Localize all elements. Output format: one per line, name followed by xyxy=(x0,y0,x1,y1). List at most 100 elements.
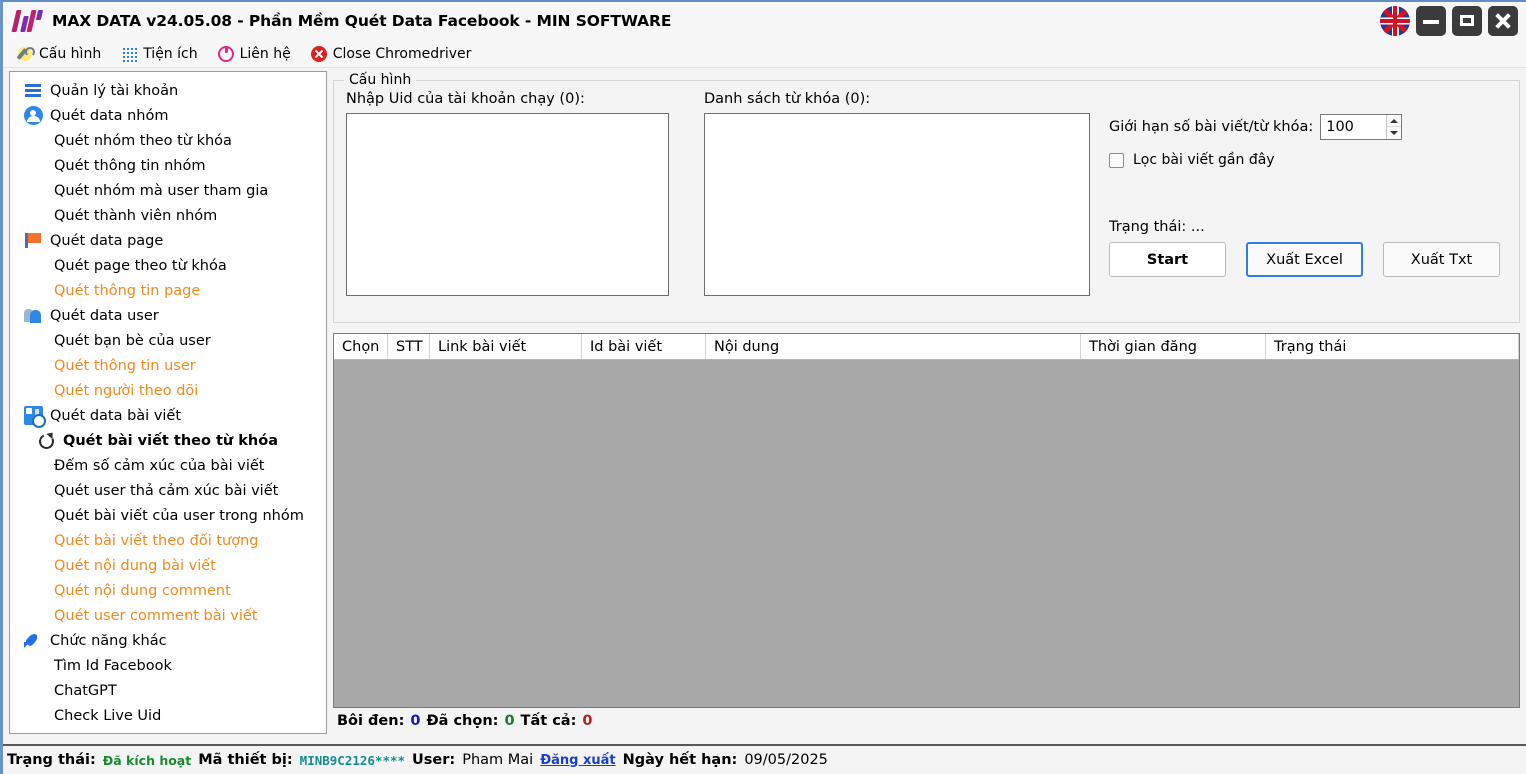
sidebar-item-label: Đếm số cảm xúc của bài viết xyxy=(54,458,264,474)
sidebar-item-label: Quét thông tin page xyxy=(54,283,200,299)
group-icon xyxy=(24,106,43,125)
keyword-input[interactable] xyxy=(704,113,1090,296)
sidebar-item-label: Quét bài viết của user trong nhóm xyxy=(54,508,304,524)
filter-recent-row[interactable]: Lọc bài viết gần đây xyxy=(1109,152,1507,168)
table-column-id-bai-viet[interactable]: Id bài viết xyxy=(582,334,706,359)
export-excel-button[interactable]: Xuất Excel xyxy=(1246,242,1363,277)
sidebar-item-quet-thong-tin-page[interactable]: Quét thông tin page xyxy=(10,278,326,303)
sidebar-item-tim-id-facebook[interactable]: Tìm Id Facebook xyxy=(10,653,326,678)
limit-input[interactable] xyxy=(1321,115,1386,139)
stepper-up-icon[interactable] xyxy=(1387,115,1401,127)
sidebar-item-chuc-nang-khac[interactable]: Chức năng khác xyxy=(10,628,326,653)
sidebar-item-quet-nhom-theo-tu-khoa[interactable]: Quét nhóm theo từ khóa xyxy=(10,128,326,153)
total-count-label: Tất cả: xyxy=(521,713,577,729)
sidebar-item-quet-noi-dung-comment[interactable]: Quét nội dung comment xyxy=(10,578,326,603)
config-groupbox: Cấu hình Nhập Uid của tài khoản chạy (0)… xyxy=(333,80,1520,323)
menu-item-lien-he[interactable]: Liên hệ xyxy=(218,46,291,62)
sidebar-item-quet-bai-viet-theo-tu-khoa[interactable]: Quét bài viết theo từ khóa xyxy=(10,428,326,453)
footer-status-value: Đã kích hoạt xyxy=(103,753,191,768)
uk-flag-icon[interactable] xyxy=(1380,6,1410,36)
menu-bar: Cấu hình Tiện ích Liên hệ Close Chromedr… xyxy=(3,40,1526,68)
table-header-row: Chọn STT Link bài viết Id bài viết Nội d… xyxy=(334,334,1519,360)
sidebar-item-label: Quét data bài viết xyxy=(50,408,181,424)
selected-count-label: Đã chọn: xyxy=(426,713,498,729)
logout-link[interactable]: Đăng xuất xyxy=(540,753,615,768)
sidebar-item-chatgpt[interactable]: ChatGPT xyxy=(10,678,326,703)
sidebar-item-quet-bai-viet-cua-user-trong-nhom[interactable]: Quét bài viết của user trong nhóm xyxy=(10,503,326,528)
table-column-link-bai-viet[interactable]: Link bài viết xyxy=(430,334,582,359)
sidebar-item-dem-so-cam-xuc-cua-bai-viet[interactable]: Đếm số cảm xúc của bài viết xyxy=(10,453,326,478)
uid-field-group: Nhập Uid của tài khoản chạy (0): xyxy=(346,91,669,296)
sidebar-item-label: Chức năng khác xyxy=(50,633,167,649)
sidebar-item-label: Quét bài viết theo đối tượng xyxy=(54,533,259,549)
highlight-count-label: Bôi đen: xyxy=(337,713,404,729)
sidebar-item-quet-nhom-ma-user-tham-gia[interactable]: Quét nhóm mà user tham gia xyxy=(10,178,326,203)
sidebar-item-label: Quét data page xyxy=(50,233,163,249)
sidebar-item-label: Tìm Id Facebook xyxy=(54,658,172,674)
table-column-thoi-gian-dang[interactable]: Thời gian đăng xyxy=(1081,334,1266,359)
table-body[interactable] xyxy=(334,360,1519,707)
table-column-stt[interactable]: STT xyxy=(388,334,430,359)
close-icon[interactable] xyxy=(1488,6,1518,36)
menu-item-close-chromedriver[interactable]: Close Chromedriver xyxy=(311,46,472,62)
run-status-value: ... xyxy=(1191,219,1205,235)
limit-stepper[interactable] xyxy=(1320,114,1402,140)
menu-item-label: Tiện ích xyxy=(143,46,197,62)
uid-input[interactable] xyxy=(346,113,669,296)
menu-item-label: Cấu hình xyxy=(39,46,101,62)
sidebar-item-check-live-uid[interactable]: Check Live Uid xyxy=(10,703,326,728)
page-title: MAX DATA v24.05.08 - Phần Mềm Quét Data … xyxy=(52,12,671,30)
application-window: MAX DATA v24.05.08 - Phần Mềm Quét Data … xyxy=(0,0,1526,774)
sidebar-item-quet-noi-dung-bai-viet[interactable]: Quét nội dung bài viết xyxy=(10,553,326,578)
menu-item-tien-ich[interactable]: Tiện ích xyxy=(121,46,197,62)
footer-device-label: Mã thiết bị: xyxy=(198,752,292,768)
sidebar-item-quan-ly-tai-khoan[interactable]: Quản lý tài khoản xyxy=(10,78,326,103)
limit-label: Giới hạn số bài viết/từ khóa: xyxy=(1109,119,1313,135)
sidebar-item-quet-thong-tin-nhom[interactable]: Quét thông tin nhóm xyxy=(10,153,326,178)
action-buttons: Start Xuất Excel Xuất Txt xyxy=(1109,242,1507,277)
contact-circle-icon xyxy=(218,46,234,62)
filter-recent-label: Lọc bài viết gần đây xyxy=(1133,152,1275,168)
sidebar-item-quet-data-user[interactable]: Quét data user xyxy=(10,303,326,328)
table-column-trang-thai[interactable]: Trạng thái xyxy=(1266,334,1519,359)
users-icon xyxy=(24,306,43,325)
sidebar-item-quet-data-nhom[interactable]: Quét data nhóm xyxy=(10,103,326,128)
rocket-icon xyxy=(24,631,43,650)
sidebar-item-quet-data-bai-viet[interactable]: Quét data bài viết xyxy=(10,403,326,428)
table-column-chon[interactable]: Chọn xyxy=(334,334,388,359)
sidebar-item-label: Quét thông tin nhóm xyxy=(54,158,205,174)
body-layout: Quản lý tài khoản Quét data nhóm Quét nh… xyxy=(3,68,1526,734)
minimize-icon[interactable] xyxy=(1416,6,1446,36)
maximize-icon[interactable] xyxy=(1452,6,1482,36)
footer-status-label: Trạng thái: xyxy=(7,752,96,768)
refresh-icon xyxy=(36,431,55,450)
sidebar-item-quet-user-comment-bai-viet[interactable]: Quét user comment bài viết xyxy=(10,603,326,628)
sidebar-item-quet-ban-be-cua-user[interactable]: Quét bạn bè của user xyxy=(10,328,326,353)
sidebar-item-quet-bai-viet-theo-doi-tuong[interactable]: Quét bài viết theo đối tượng xyxy=(10,528,326,553)
start-button[interactable]: Start xyxy=(1109,242,1226,277)
export-txt-button[interactable]: Xuất Txt xyxy=(1383,242,1500,277)
sidebar-item-label: Quét page theo từ khóa xyxy=(54,258,227,274)
uid-label: Nhập Uid của tài khoản chạy (0): xyxy=(346,91,669,107)
sidebar-item-quet-page-theo-tu-khoa[interactable]: Quét page theo từ khóa xyxy=(10,253,326,278)
sidebar-item-quet-data-page[interactable]: Quét data page xyxy=(10,228,326,253)
sidebar-item-quet-thanh-vien-nhom[interactable]: Quét thành viên nhóm xyxy=(10,203,326,228)
table-column-noi-dung[interactable]: Nội dung xyxy=(706,334,1081,359)
sidebar-item-quet-user-tha-cam-xuc-bai-viet[interactable]: Quét user thả cảm xúc bài viết xyxy=(10,478,326,503)
sidebar: Quản lý tài khoản Quét data nhóm Quét nh… xyxy=(9,71,327,734)
main-panel: Cấu hình Nhập Uid của tài khoản chạy (0)… xyxy=(333,71,1520,734)
post-card-icon xyxy=(24,406,43,425)
red-x-circle-icon xyxy=(311,46,327,62)
footer-user-value: Pham Mai xyxy=(462,752,533,768)
sidebar-item-quet-thong-tin-user[interactable]: Quét thông tin user xyxy=(10,353,326,378)
stepper-down-icon[interactable] xyxy=(1387,127,1401,139)
sidebar-item-label: Quét nội dung comment xyxy=(54,583,231,599)
sidebar-item-quet-nguoi-theo-doi[interactable]: Quét người theo dõi xyxy=(10,378,326,403)
footer-user-label: User: xyxy=(412,752,455,768)
config-group-title: Cấu hình xyxy=(344,72,416,88)
menu-item-cau-hinh[interactable]: Cấu hình xyxy=(17,46,101,62)
menu-item-label: Close Chromedriver xyxy=(333,46,472,62)
run-status: Trạng thái: ... xyxy=(1109,219,1507,235)
filter-recent-checkbox[interactable] xyxy=(1109,153,1124,168)
sidebar-item-label: Quét nhóm mà user tham gia xyxy=(54,183,268,199)
